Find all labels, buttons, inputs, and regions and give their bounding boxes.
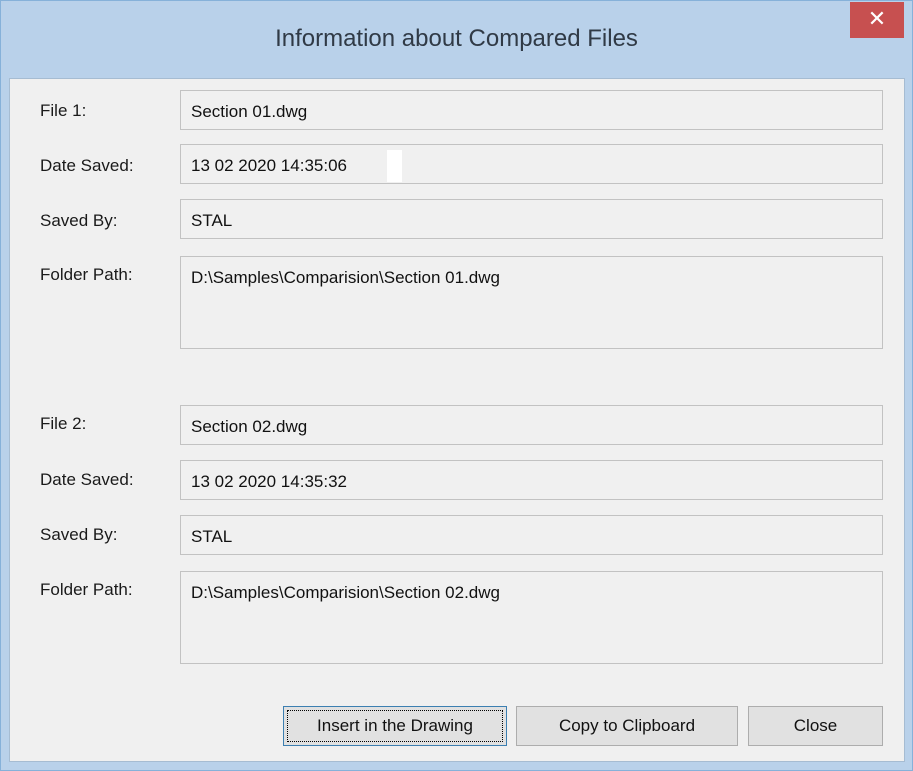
file2-name-value: Section 02.dwg (191, 417, 308, 436)
insert-in-drawing-button[interactable]: Insert in the Drawing (283, 706, 507, 746)
text-cursor (386, 150, 402, 182)
file2-path-label: Folder Path: (40, 580, 133, 599)
file2-name-field[interactable]: Section 02.dwg (180, 405, 883, 445)
file1-label: File 1: (40, 101, 87, 120)
file1-date-value: 13 02 2020 14:35:06 (191, 156, 347, 175)
focus-rectangle (287, 710, 503, 742)
file1-path-label: Folder Path: (40, 265, 133, 284)
close-icon: ✕ (867, 6, 887, 31)
copy-to-clipboard-button[interactable]: Copy to Clipboard (516, 706, 738, 746)
file1-date-field[interactable]: 13 02 2020 14:35:06 (180, 144, 883, 184)
file2-savedby-value: STAL (191, 527, 233, 546)
file2-savedby-field[interactable]: STAL (180, 515, 883, 555)
file2-label: File 2: (40, 414, 87, 433)
close-button-label: Close (793, 716, 838, 735)
dialog-window: Information about Compared Files ✕ File … (0, 0, 913, 771)
file1-savedby-value: STAL (191, 211, 233, 230)
dialog-body: File 1: Section 01.dwg Date Saved: 13 02… (9, 78, 905, 762)
dialog-title: Information about Compared Files (275, 25, 638, 52)
file2-date-value: 13 02 2020 14:35:32 (191, 472, 347, 491)
file1-path-field[interactable]: D:\Samples\Comparision\Section 01.dwg (180, 256, 883, 349)
file1-name-field[interactable]: Section 01.dwg (180, 90, 883, 130)
file1-date-label: Date Saved: (40, 156, 134, 175)
file2-path-field[interactable]: D:\Samples\Comparision\Section 02.dwg (180, 571, 883, 664)
file2-date-label: Date Saved: (40, 470, 134, 489)
close-button[interactable]: Close (748, 706, 883, 746)
title-bar[interactable]: Information about Compared Files ✕ (1, 1, 912, 78)
file2-path-value: D:\Samples\Comparision\Section 02.dwg (191, 583, 500, 602)
file2-savedby-label: Saved By: (40, 525, 118, 544)
file1-savedby-field[interactable]: STAL (180, 199, 883, 239)
file1-name-value: Section 01.dwg (191, 102, 308, 121)
file1-path-value: D:\Samples\Comparision\Section 01.dwg (191, 268, 500, 287)
file2-date-field[interactable]: 13 02 2020 14:35:32 (180, 460, 883, 500)
file1-savedby-label: Saved By: (40, 211, 118, 230)
close-window-button[interactable]: ✕ (850, 2, 904, 38)
copy-button-label: Copy to Clipboard (558, 716, 696, 735)
